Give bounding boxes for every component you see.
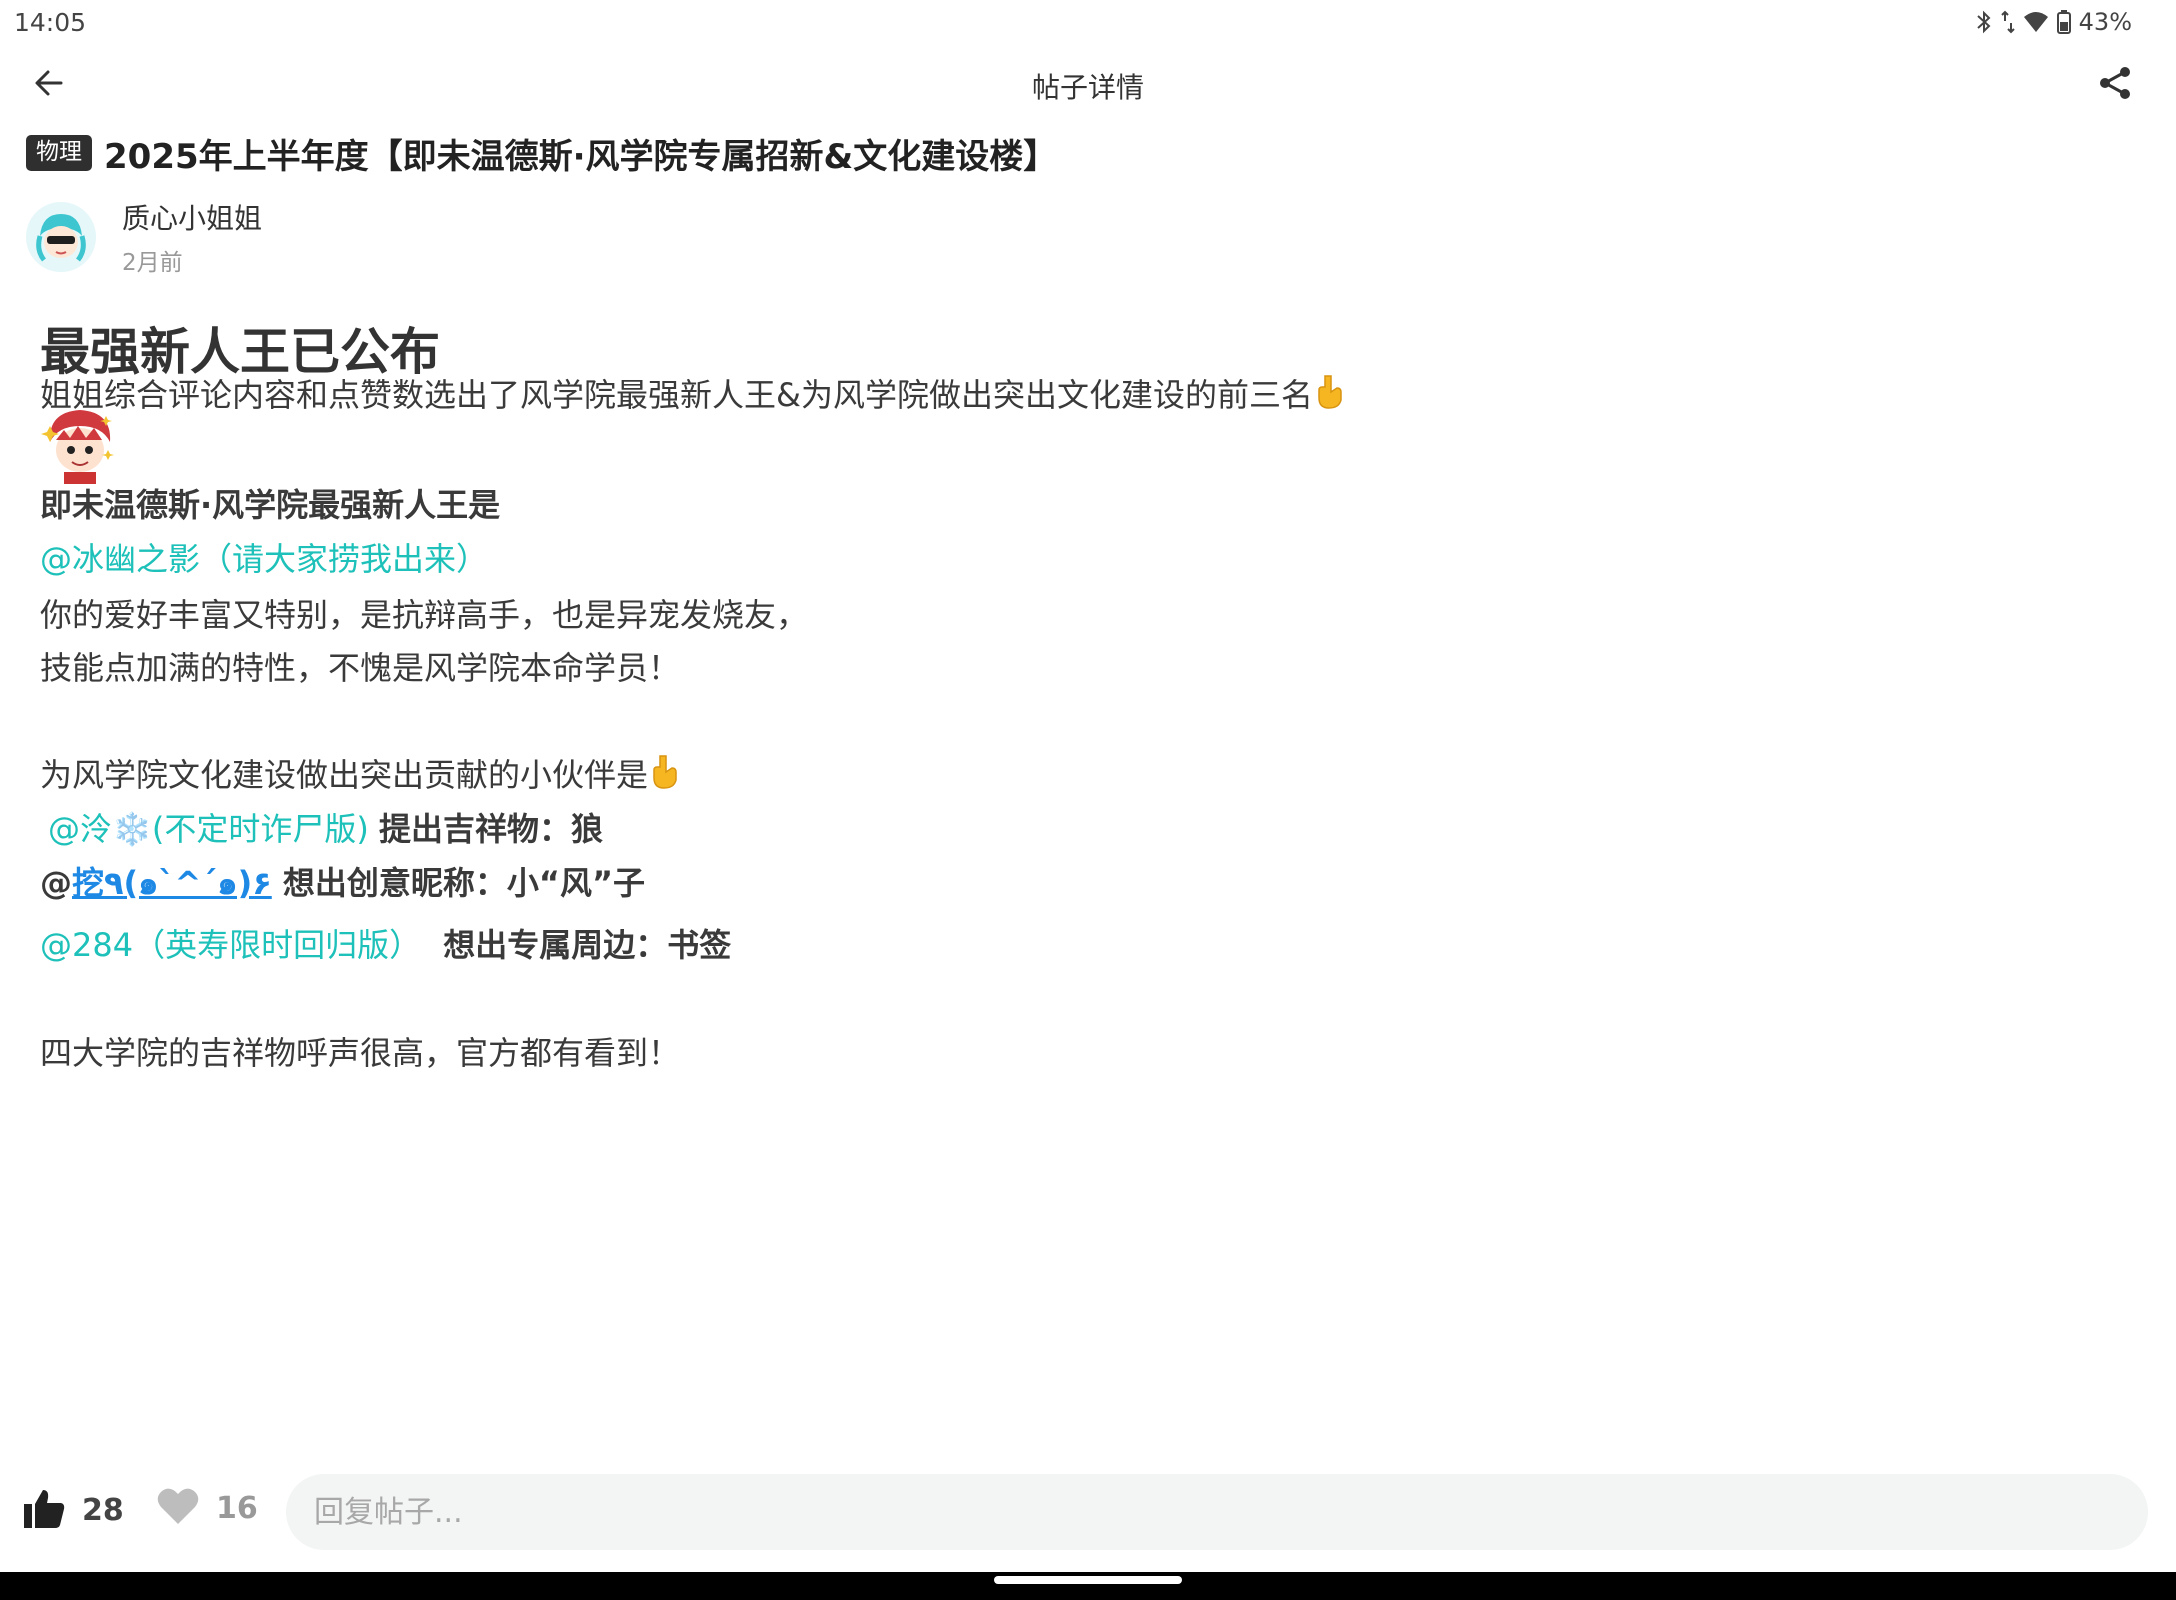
share-button[interactable] <box>2088 58 2142 112</box>
avatar[interactable] <box>26 202 96 272</box>
system-nav-bar <box>0 1572 2176 1600</box>
contrib2-at: @ <box>40 864 72 902</box>
battery-icon <box>2056 10 2071 34</box>
status-time: 14:05 <box>14 8 87 37</box>
top-bar: 帖子详情 <box>0 44 2176 120</box>
contrib1-text: 提出吉祥物：狼 <box>379 810 604 848</box>
contrib2-link[interactable]: 挖٩(๑`^´๑)۶ <box>72 864 272 902</box>
para-intro-text: 姐姐综合评论内容和点赞数选出了风学院最强新人王&为风学院做出突出文化建设的前三名 <box>40 376 1313 414</box>
pointing-down-icon <box>648 754 680 798</box>
pointing-down-icon <box>1313 374 1345 418</box>
status-bar: 14:05 43% <box>0 0 2176 44</box>
share-icon <box>2097 65 2133 105</box>
heart-icon <box>156 1486 200 1530</box>
section2-title: 为风学院文化建设做出突出贡献的小伙伴是 <box>40 750 680 798</box>
favorite-button[interactable]: 16 <box>156 1486 258 1530</box>
contrib-line-1: @泠❄️(不定时诈尸版) 提出吉祥物：狼 <box>48 804 603 850</box>
para-intro: 姐姐综合评论内容和点赞数选出了风学院最强新人王&为风学院做出突出文化建设的前三名 <box>40 370 1345 418</box>
contrib2-text: 想出创意昵称：小“风”子 <box>282 864 645 902</box>
winner-line-2: 技能点加满的特性，不愧是风学院本命学员！ <box>40 649 681 687</box>
contrib3-text: 想出专属周边：书签 <box>443 926 732 964</box>
winner-mention[interactable]: @冰幽之影（请大家捞我出来） <box>40 534 488 580</box>
contrib1-mention[interactable]: @泠❄️(不定时诈尸版) <box>48 810 369 848</box>
post-title: 2025年上半年度【即未温德斯·风学院专属招新&文化建设楼】 <box>104 136 1058 177</box>
favorite-count: 16 <box>216 1490 258 1526</box>
post-title-row: 物理 2025年上半年度【即未温德斯·风学院专属招新&文化建设楼】 <box>26 130 2136 177</box>
like-count: 28 <box>82 1492 124 1528</box>
status-icons: 43% <box>1975 6 2132 38</box>
bottom-action-bar: 28 16 <box>0 1446 2176 1572</box>
post-time: 2月前 <box>122 250 183 276</box>
contrib-line-2: @挖٩(๑`^´๑)۶ 想出创意昵称：小“风”子 <box>40 858 645 909</box>
section2-title-text: 为风学院文化建设做出突出贡献的小伙伴是 <box>40 756 649 794</box>
reply-input[interactable] <box>286 1474 2148 1550</box>
battery-percent: 43% <box>2078 8 2132 36</box>
home-indicator[interactable] <box>994 1576 1182 1584</box>
page-title: 帖子详情 <box>1031 71 1144 104</box>
data-arrows-icon <box>2000 9 2015 35</box>
thumbs-up-icon <box>22 1486 66 1534</box>
wifi-icon <box>2023 11 2049 33</box>
author-meta: 质心小姐姐 2月前 <box>122 197 262 277</box>
author-row: 质心小姐姐 2月前 <box>26 197 262 277</box>
author-name[interactable]: 质心小姐姐 <box>122 197 262 237</box>
contrib-line-3: @284（英寿限时回归版） 想出专属周边：书签 <box>40 920 731 966</box>
section1-title: 即未温德斯·风学院最强新人王是 <box>40 486 501 524</box>
cut-off-line: 四大学院的吉祥物呼声很高，官方都有看到！ <box>40 1034 681 1072</box>
contrib3-mention[interactable]: @284（英寿限时回归版） <box>40 926 421 964</box>
like-button[interactable]: 28 <box>22 1486 124 1534</box>
category-badge[interactable]: 物理 <box>26 135 92 171</box>
winner-line-1: 你的爱好丰富又特别，是抗辩高手，也是异宠发烧友， <box>40 596 809 634</box>
post-content: 最强新人王已公布 姐姐综合评论内容和点赞数选出了风学院最强新人王&为风学院做出突… <box>40 300 2140 1446</box>
bluetooth-icon <box>1975 9 1993 35</box>
